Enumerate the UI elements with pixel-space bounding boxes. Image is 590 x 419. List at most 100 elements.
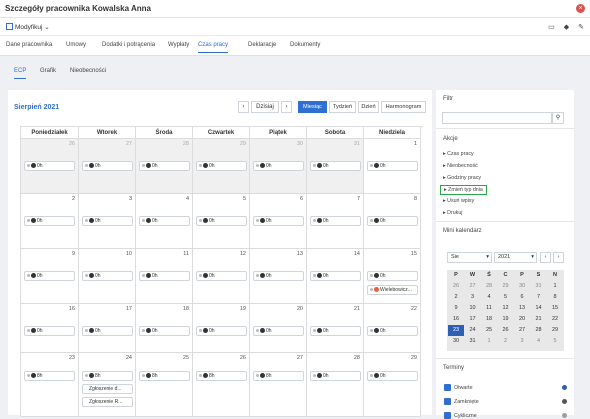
mini-day[interactable]: 4 (531, 336, 547, 347)
calendar-day-cell[interactable]: 17 0h (79, 304, 136, 353)
mini-day[interactable]: 10 (465, 303, 481, 314)
calendar-day-cell[interactable]: 20 0h (250, 304, 307, 353)
mini-day[interactable]: 11 (481, 303, 497, 314)
tab-umowy[interactable]: Umowy (66, 42, 86, 48)
ecp-entry[interactable]: 0h (253, 161, 304, 171)
view-schedule[interactable]: Harmonogram (381, 101, 426, 113)
mini-day[interactable]: 16 (448, 314, 464, 325)
mini-day[interactable]: 22 (547, 314, 563, 325)
calendar-day-cell[interactable]: 16 0h (21, 304, 79, 353)
pencil-icon[interactable]: ✎ (578, 23, 584, 31)
ecp-entry[interactable]: 0h (24, 161, 75, 171)
ecp-entry[interactable]: 8h (82, 371, 133, 381)
mini-prev-button[interactable]: ‹ (540, 252, 551, 263)
calendar-day-cell[interactable]: 24 8h Zgłoszenie d... Zgłoszenie R... (79, 353, 136, 417)
mini-day[interactable]: 12 (498, 303, 514, 314)
mini-day[interactable]: 21 (531, 314, 547, 325)
calendar-day-cell[interactable]: 26 0h (21, 139, 79, 194)
calendar-day-cell[interactable]: 11 0h (136, 249, 193, 304)
mini-day[interactable]: 29 (547, 325, 563, 336)
ecp-entry[interactable]: 0h (310, 161, 361, 171)
calendar-day-cell[interactable]: 6 0h (250, 194, 307, 249)
tab-ecp[interactable]: ECP (14, 68, 27, 79)
next-button[interactable]: › (281, 101, 292, 113)
checkbox-open[interactable] (444, 384, 451, 391)
mini-day[interactable]: 1 (481, 336, 497, 347)
absence-entry[interactable]: Wielebowicz... (367, 285, 418, 295)
ecp-entry[interactable]: 0h (82, 326, 133, 336)
filter-input[interactable] (442, 112, 552, 124)
ecp-entry[interactable]: 0h (196, 161, 247, 171)
mini-day[interactable]: 23 (448, 325, 464, 336)
ecp-entry[interactable]: 0h (367, 161, 418, 171)
mini-day[interactable]: 26 (498, 325, 514, 336)
calendar-day-cell[interactable]: 7 0h (307, 194, 364, 249)
ecp-entry[interactable]: 0h (82, 161, 133, 171)
ecp-entry[interactable]: 0h (253, 216, 304, 226)
calendar-day-cell[interactable]: 10 0h (79, 249, 136, 304)
tab-deklaracje[interactable]: Deklaracje (248, 42, 276, 48)
folder-icon[interactable]: ▭ (548, 23, 555, 31)
action-nieobecnosc[interactable]: ▸ Nieobecność (443, 163, 478, 169)
mini-day[interactable]: 31 (465, 336, 481, 347)
ecp-entry[interactable]: 0h (82, 216, 133, 226)
mini-day[interactable]: 26 (448, 281, 464, 292)
mini-day[interactable]: 28 (531, 325, 547, 336)
ecp-entry[interactable]: 0h (139, 271, 190, 281)
ecp-entry[interactable]: 0h (24, 326, 75, 336)
mini-month-select[interactable]: Sie ▾ (447, 252, 492, 263)
ecp-entry[interactable]: 0h (367, 326, 418, 336)
calendar-day-cell[interactable]: 13 0h (250, 249, 307, 304)
ecp-entry[interactable]: 0h (310, 216, 361, 226)
tag-icon[interactable]: ◆ (564, 23, 569, 31)
calendar-day-cell[interactable]: 28 0h (136, 139, 193, 194)
mini-day[interactable]: 2 (448, 292, 464, 303)
mini-day[interactable]: 18 (481, 314, 497, 325)
mini-day[interactable]: 5 (498, 292, 514, 303)
ecp-entry[interactable]: 0h (24, 216, 75, 226)
ecp-entry[interactable]: 0h (367, 371, 418, 381)
mini-day[interactable]: 14 (531, 303, 547, 314)
calendar-day-cell[interactable]: 29 0h (193, 139, 250, 194)
calendar-day-cell[interactable]: 23 8h (21, 353, 79, 417)
mini-day[interactable]: 31 (531, 281, 547, 292)
calendar-day-cell[interactable]: 28 0h (307, 353, 364, 417)
mini-day[interactable]: 17 (465, 314, 481, 325)
modify-button[interactable]: Modyfikuj ⌄ (6, 23, 50, 31)
ecp-entry[interactable]: 0h (196, 326, 247, 336)
calendar-day-cell[interactable]: 18 0h (136, 304, 193, 353)
calendar-day-cell[interactable]: 3 0h (79, 194, 136, 249)
mini-day[interactable]: 1 (547, 281, 563, 292)
calendar-day-cell[interactable]: 22 0h (364, 304, 421, 353)
mini-day[interactable]: 27 (514, 325, 530, 336)
ecp-entry[interactable]: 0h (139, 326, 190, 336)
calendar-day-cell[interactable]: 26 8h (193, 353, 250, 417)
mini-day[interactable]: 3 (514, 336, 530, 347)
calendar-day-cell[interactable]: 31 0h (307, 139, 364, 194)
calendar-day-cell[interactable]: 12 0h (193, 249, 250, 304)
today-button[interactable]: Dzisiaj (251, 101, 279, 113)
mini-day[interactable]: 2 (498, 336, 514, 347)
close-icon[interactable]: × (576, 4, 585, 13)
mini-next-button[interactable]: › (553, 252, 564, 263)
calendar-day-cell[interactable]: 14 0h (307, 249, 364, 304)
ecp-entry[interactable]: 0h (367, 216, 418, 226)
tab-dokumenty[interactable]: Dokumenty (290, 42, 320, 48)
calendar-day-cell[interactable]: 4 0h (136, 194, 193, 249)
ecp-entry[interactable]: 0h (139, 216, 190, 226)
ecp-entry[interactable]: 0h (196, 271, 247, 281)
calendar-day-cell[interactable]: 27 0h (79, 139, 136, 194)
mini-day[interactable]: 19 (498, 314, 514, 325)
mini-day[interactable]: 4 (481, 292, 497, 303)
mini-day[interactable]: 5 (547, 336, 563, 347)
tab-wyplaty[interactable]: Wypłaty (168, 42, 189, 48)
mini-day[interactable]: 30 (514, 281, 530, 292)
mini-day[interactable]: 20 (514, 314, 530, 325)
calendar-day-cell[interactable]: 19 0h (193, 304, 250, 353)
action-zmien-typ-dnia[interactable]: ▸ Zmień typ dnia (440, 185, 487, 195)
mini-day[interactable]: 8 (547, 292, 563, 303)
calendar-day-cell[interactable]: 1 0h (364, 139, 421, 194)
mini-day[interactable]: 3 (465, 292, 481, 303)
mini-day[interactable]: 15 (547, 303, 563, 314)
ecp-entry[interactable]: 0h (367, 271, 418, 281)
